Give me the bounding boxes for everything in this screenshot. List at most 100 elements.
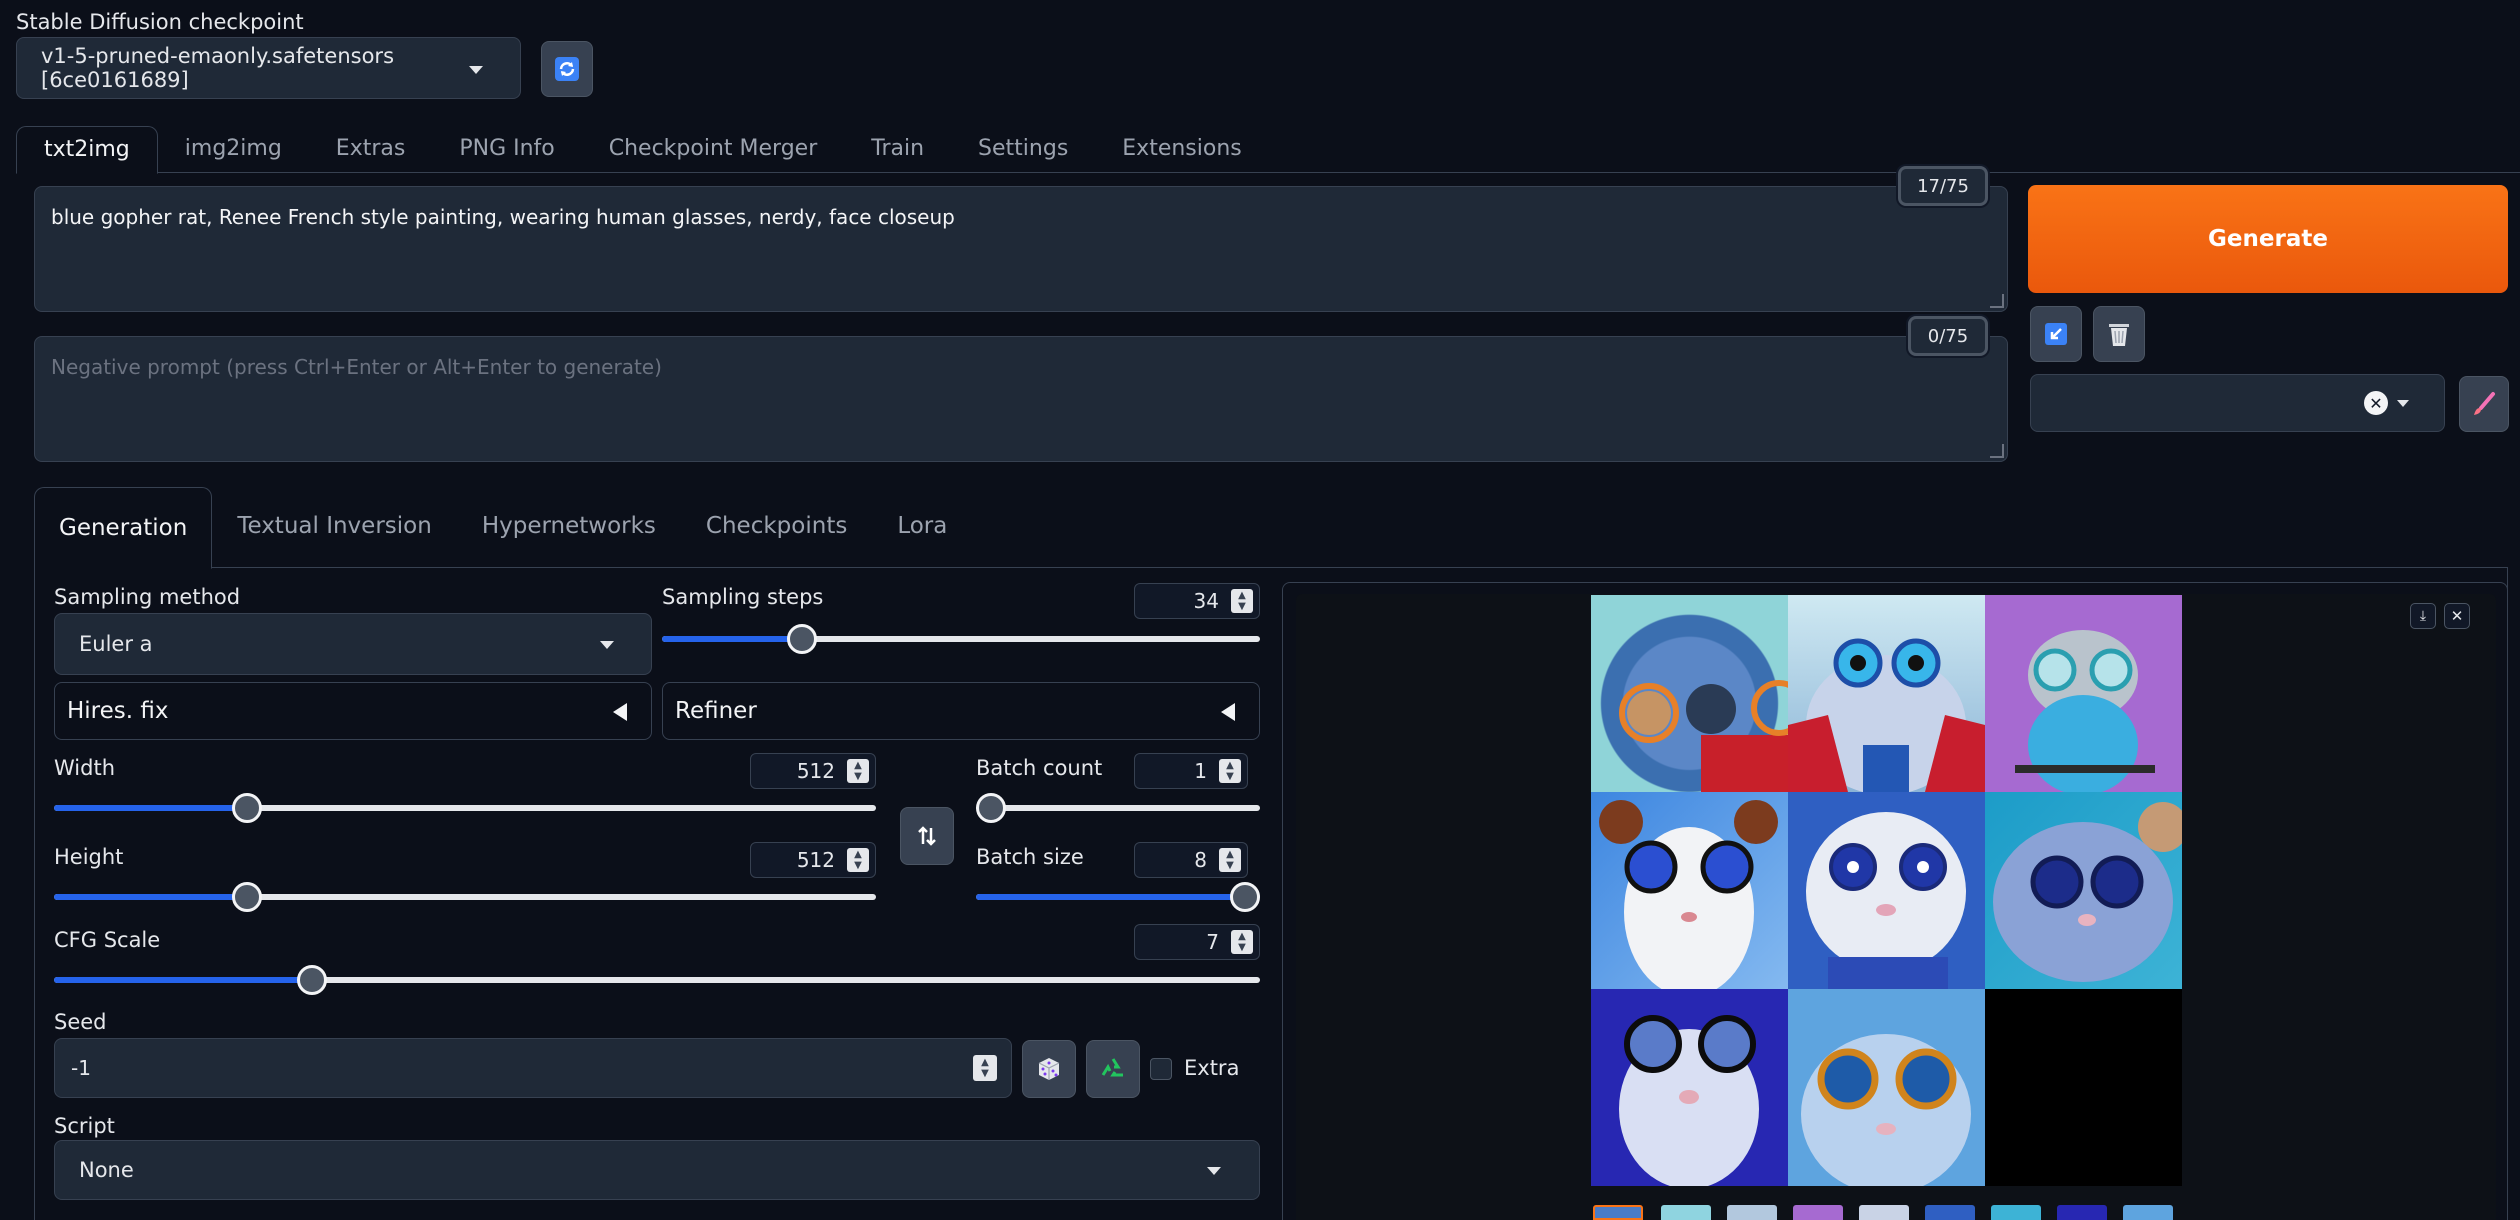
generation-subtabs: Generation Textual Inversion Hypernetwor… [34, 485, 2508, 569]
gallery-image[interactable] [1591, 989, 1788, 1186]
cfg-scale-input[interactable]: 7 ▲ ▼ [1134, 924, 1260, 960]
stepper-icon[interactable]: ▲ ▼ [847, 759, 869, 783]
main-tabs: txt2img img2img Extras PNG Info Checkpoi… [16, 123, 2520, 174]
extra-seed-checkbox[interactable] [1150, 1058, 1172, 1080]
width-slider[interactable] [54, 793, 876, 823]
sampling-steps-slider[interactable] [662, 624, 1260, 654]
styles-dropdown[interactable]: ✕ [2030, 374, 2445, 432]
gallery-image[interactable] [1985, 595, 2182, 792]
dice-icon [1038, 1058, 1060, 1080]
tab-settings[interactable]: Settings [951, 124, 1095, 172]
height-slider[interactable] [54, 882, 876, 912]
tab-lora[interactable]: Lora [872, 485, 972, 567]
prompt-input[interactable]: blue gopher rat, Renee French style pain… [34, 186, 2008, 312]
stepper-icon[interactable]: ▲ ▼ [1231, 589, 1253, 613]
swap-arrows-icon [918, 826, 936, 846]
stepper-icon[interactable]: ▲ ▼ [1231, 930, 1253, 954]
sampling-method-dropdown[interactable]: Euler a [54, 613, 652, 675]
tab-txt2img[interactable]: txt2img [16, 125, 158, 174]
close-gallery-button[interactable]: ✕ [2444, 603, 2470, 629]
edit-styles-button[interactable] [2459, 376, 2509, 432]
gallery-thumbnail[interactable] [2123, 1205, 2173, 1220]
random-seed-button[interactable] [1022, 1040, 1076, 1098]
slider-thumb[interactable] [787, 624, 817, 654]
tab-checkpoints[interactable]: Checkpoints [681, 485, 872, 567]
read-params-button[interactable] [2030, 306, 2082, 362]
batch-count-input[interactable]: 1 ▲ ▼ [1134, 753, 1248, 789]
gallery-image[interactable] [1788, 989, 1985, 1186]
slider-thumb[interactable] [232, 882, 262, 912]
batch-count-label: Batch count [976, 756, 1103, 780]
tab-textual-inversion[interactable]: Textual Inversion [212, 485, 457, 567]
refiner-accordion[interactable]: Refiner [662, 682, 1260, 740]
tab-extensions[interactable]: Extensions [1095, 124, 1268, 172]
slider-fill [54, 805, 247, 811]
width-input[interactable]: 512 ▲ ▼ [750, 753, 876, 789]
checkpoint-dropdown[interactable]: v1-5-pruned-emaonly.safetensors [6ce0161… [16, 37, 521, 99]
tab-train[interactable]: Train [844, 124, 951, 172]
hires-fix-label: Hires. fix [67, 698, 169, 724]
clear-icon[interactable]: ✕ [2364, 391, 2388, 415]
paintbrush-icon [2474, 392, 2495, 415]
tab-png-info[interactable]: PNG Info [432, 124, 581, 172]
gallery-thumbnail[interactable] [2057, 1205, 2107, 1220]
extra-seed-label: Extra [1184, 1056, 1240, 1080]
gallery-empty-cell [1985, 989, 2182, 1186]
batch-size-slider[interactable] [976, 882, 1260, 912]
gallery-thumbnail[interactable] [1593, 1205, 1643, 1220]
recycle-icon [1101, 1058, 1123, 1077]
slider-fill [54, 977, 312, 983]
negative-prompt-token-counter: 0/75 [1908, 316, 1988, 356]
slider-thumb[interactable] [976, 793, 1006, 823]
swap-dimensions-button[interactable] [900, 807, 954, 865]
download-icon: ⤓ [2419, 608, 2427, 624]
seed-label: Seed [54, 1010, 107, 1034]
generate-button[interactable]: Generate [2028, 185, 2508, 293]
gallery-image[interactable] [1788, 792, 1985, 989]
gallery-thumbnail[interactable] [1661, 1205, 1711, 1220]
gallery-image[interactable] [1591, 792, 1788, 989]
stepper-icon[interactable]: ▲ ▼ [1219, 848, 1241, 872]
checkpoint-label: Stable Diffusion checkpoint [16, 10, 304, 34]
trash-icon [2109, 324, 2129, 346]
tab-extras[interactable]: Extras [309, 124, 433, 172]
gallery-image[interactable] [1591, 595, 1788, 792]
stepper-icon[interactable]: ▲ ▼ [847, 848, 869, 872]
sampling-steps-label: Sampling steps [662, 585, 824, 609]
gallery-thumbnail[interactable] [1859, 1205, 1909, 1220]
negative-prompt-input[interactable]: Negative prompt (press Ctrl+Enter or Alt… [34, 336, 2008, 462]
gallery-thumbnail[interactable] [1793, 1205, 1843, 1220]
cfg-scale-slider[interactable] [54, 965, 1260, 995]
slider-thumb[interactable] [232, 793, 262, 823]
gallery-thumbnail[interactable] [1991, 1205, 2041, 1220]
slider-thumb[interactable] [1230, 882, 1260, 912]
chevron-down-icon [2397, 400, 2409, 407]
chevron-down-icon [469, 66, 483, 74]
slider-thumb[interactable] [297, 965, 327, 995]
seed-input[interactable]: -1 ▲ ▼ [54, 1038, 1012, 1098]
download-button[interactable]: ⤓ [2410, 603, 2436, 629]
hires-fix-accordion[interactable]: Hires. fix [54, 682, 652, 740]
tab-checkpoint-merger[interactable]: Checkpoint Merger [582, 124, 845, 172]
gallery-image[interactable] [1788, 595, 1985, 792]
gallery-thumbnail[interactable] [1727, 1205, 1777, 1220]
height-label: Height [54, 845, 124, 869]
stepper-icon[interactable]: ▲ ▼ [973, 1055, 997, 1081]
tab-img2img[interactable]: img2img [158, 124, 309, 172]
refresh-checkpoint-button[interactable] [541, 41, 593, 97]
chevron-down-icon [600, 641, 614, 649]
tab-hypernetworks[interactable]: Hypernetworks [457, 485, 681, 567]
clear-prompt-button[interactable] [2093, 306, 2145, 362]
gallery-image[interactable] [1985, 792, 2182, 989]
close-icon: ✕ [2450, 607, 2464, 625]
stepper-icon[interactable]: ▲ ▼ [1219, 759, 1241, 783]
reuse-seed-button[interactable] [1086, 1040, 1140, 1098]
tab-generation[interactable]: Generation [34, 486, 213, 569]
batch-size-input[interactable]: 8 ▲ ▼ [1134, 842, 1248, 878]
script-dropdown[interactable]: None [54, 1140, 1260, 1200]
sampling-steps-input[interactable]: 34 ▲ ▼ [1134, 583, 1260, 619]
batch-size-label: Batch size [976, 845, 1084, 869]
gallery-thumbnail[interactable] [1925, 1205, 1975, 1220]
batch-count-slider[interactable] [976, 793, 1260, 823]
height-input[interactable]: 512 ▲ ▼ [750, 842, 876, 878]
